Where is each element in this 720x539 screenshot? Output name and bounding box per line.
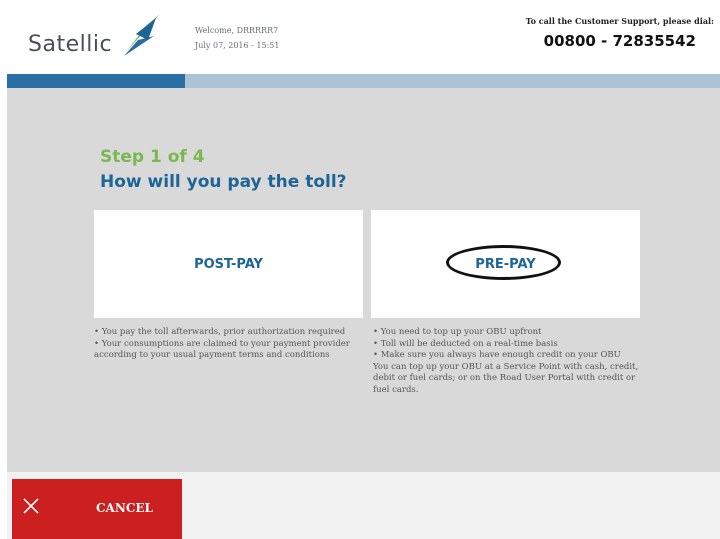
pre-pay-note: You can top up your OBU at a Service Poi… bbox=[373, 361, 639, 395]
cancel-button[interactable]: CANCEL bbox=[12, 479, 182, 539]
close-icon bbox=[23, 498, 39, 514]
brand-name: Satellic bbox=[28, 32, 113, 57]
cancel-label: CANCEL bbox=[96, 501, 153, 515]
pre-pay-bullet: • Toll will be deducted on a real-time b… bbox=[373, 338, 558, 349]
pre-pay-bullet: • Make sure you always have enough credi… bbox=[373, 350, 621, 360]
footer: CANCEL bbox=[7, 472, 720, 539]
welcome-text: Welcome, DRRRRR7 bbox=[195, 26, 279, 35]
support-label: To call the Customer Support, please dia… bbox=[525, 16, 714, 26]
support-block: To call the Customer Support, please dia… bbox=[526, 16, 714, 50]
support-phone: 00800 - 72835542 bbox=[543, 32, 696, 50]
datetime-text: July 07, 2016 - 15:51 bbox=[195, 41, 280, 50]
post-pay-bullet: • Your consumptions are claimed to your … bbox=[94, 338, 350, 361]
post-pay-label: POST-PAY bbox=[194, 256, 263, 272]
pre-pay-bullet: • You need to top up your OBU upfront bbox=[373, 327, 542, 337]
pre-pay-label: PRE-PAY bbox=[475, 256, 536, 272]
main-panel: Step 1 of 4 How will you pay the toll? P… bbox=[7, 88, 720, 472]
satellic-logo: Satellic bbox=[28, 8, 168, 68]
pre-pay-description: • You need to top up your OBU upfront • … bbox=[373, 327, 639, 396]
step-indicator: Step 1 of 4 bbox=[100, 147, 205, 167]
post-pay-description: • You pay the toll afterwards, prior aut… bbox=[94, 327, 360, 362]
header: Satellic Welcome, DRRRRR7 July 07, 2016 … bbox=[0, 0, 720, 74]
post-pay-bullet: • You pay the toll afterwards, prior aut… bbox=[94, 327, 346, 337]
pre-pay-button[interactable]: PRE-PAY bbox=[371, 210, 640, 318]
progress-fill bbox=[7, 74, 186, 88]
progress-bar bbox=[7, 74, 720, 88]
welcome-block: Welcome, DRRRRR7 July 07, 2016 - 15:51 bbox=[195, 23, 279, 53]
satellic-logo-mark-icon bbox=[124, 14, 160, 56]
page-title: How will you pay the toll? bbox=[100, 172, 347, 192]
post-pay-button[interactable]: POST-PAY bbox=[94, 210, 363, 318]
